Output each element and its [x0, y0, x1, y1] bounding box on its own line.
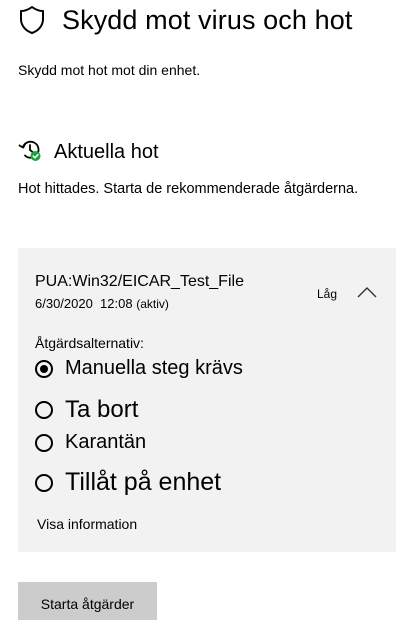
current-threats-description: Hot hittades. Starta de rekommenderade å…: [18, 181, 359, 197]
option-quarantine[interactable]: Karantän: [35, 431, 146, 454]
start-actions-button[interactable]: Starta åtgärder: [18, 582, 157, 620]
page-title: Skydd mot virus och hot: [62, 4, 353, 35]
show-details-link[interactable]: Visa information: [37, 516, 137, 532]
action-options-label: Åtgärdsalternativ:: [35, 335, 144, 351]
option-allow-on-device[interactable]: Tillåt på enhet: [35, 468, 221, 497]
threat-name: PUA:Win32/EICAR_Test_File: [35, 273, 244, 290]
current-threats-header: Aktuella hot: [18, 139, 159, 165]
threat-date: 6/30/2020 12:08 (aktiv): [35, 296, 169, 311]
severity-label: Låg: [317, 287, 338, 301]
option-label: Manuella steg krävs: [65, 357, 243, 379]
radio-button[interactable]: [35, 433, 53, 452]
threat-status: (aktiv): [136, 297, 169, 311]
option-manual-steps[interactable]: Manuella steg krävs: [35, 357, 243, 380]
page-header: Skydd mot virus och hot: [18, 2, 352, 38]
current-threats-title: Aktuella hot: [54, 140, 159, 163]
chevron-up-icon: [354, 287, 380, 308]
collapse-button[interactable]: [354, 282, 380, 304]
threat-timestamp: 6/30/2020 12:08: [35, 296, 133, 311]
threat-card: PUA:Win32/EICAR_Test_File 6/30/2020 12:0…: [18, 248, 396, 552]
radio-button[interactable]: [35, 401, 53, 419]
option-label: Tillåt på enhet: [65, 468, 222, 496]
radio-button-selected[interactable]: [35, 359, 53, 378]
history-check-icon: [18, 138, 42, 167]
option-label: Ta bort: [65, 396, 139, 423]
radio-button[interactable]: [35, 473, 53, 492]
option-label: Karantän: [65, 431, 147, 453]
option-remove[interactable]: Ta bort: [35, 396, 138, 424]
page-subtitle: Skydd mot hot mot din enhet.: [18, 62, 201, 78]
shield-icon: [18, 5, 46, 35]
